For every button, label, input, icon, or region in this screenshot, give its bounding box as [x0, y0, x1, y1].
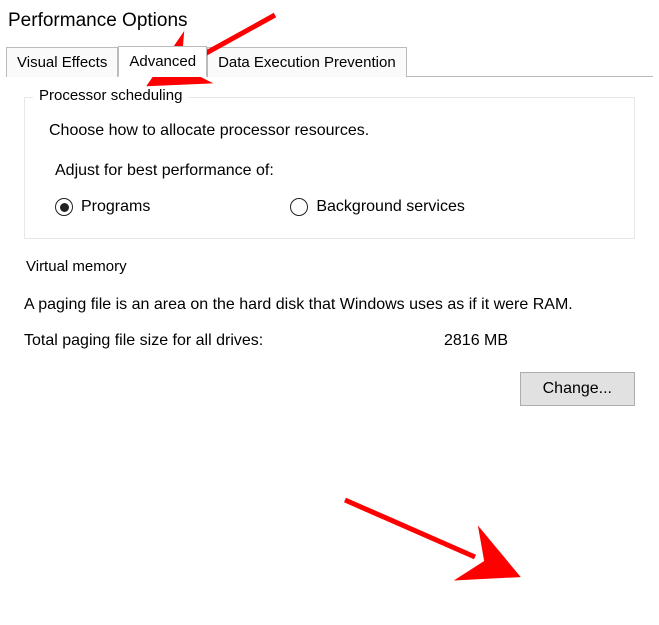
tab-strip: Visual Effects Advanced Data Execution P…: [6, 46, 653, 77]
radio-programs[interactable]: Programs: [55, 198, 150, 216]
tab-visual-effects[interactable]: Visual Effects: [6, 47, 118, 77]
tab-data-execution-prevention[interactable]: Data Execution Prevention: [207, 47, 407, 77]
window-title: Performance Options: [0, 0, 659, 40]
processor-scheduling-group: Processor scheduling Choose how to alloc…: [24, 97, 635, 239]
radio-background-services[interactable]: Background services: [290, 198, 465, 216]
radio-icon: [55, 198, 73, 216]
advanced-panel: Processor scheduling Choose how to alloc…: [0, 77, 659, 468]
tab-advanced[interactable]: Advanced: [118, 46, 207, 77]
annotation-arrow-icon: [340, 495, 510, 579]
processor-scheduling-desc: Choose how to allocate processor resourc…: [49, 122, 616, 140]
radio-programs-label: Programs: [81, 198, 150, 216]
virtual-memory-desc: A paging file is an area on the hard dis…: [24, 293, 635, 316]
total-paging-label: Total paging file size for all drives:: [24, 332, 444, 350]
radio-icon: [290, 198, 308, 216]
virtual-memory-group: Virtual memory A paging file is an area …: [24, 269, 635, 428]
total-paging-value: 2816 MB: [444, 332, 508, 350]
virtual-memory-legend: Virtual memory: [20, 258, 133, 275]
adjust-performance-label: Adjust for best performance of:: [55, 162, 616, 180]
change-button[interactable]: Change...: [520, 372, 635, 406]
processor-scheduling-legend: Processor scheduling: [33, 87, 188, 104]
radio-background-label: Background services: [316, 198, 465, 216]
